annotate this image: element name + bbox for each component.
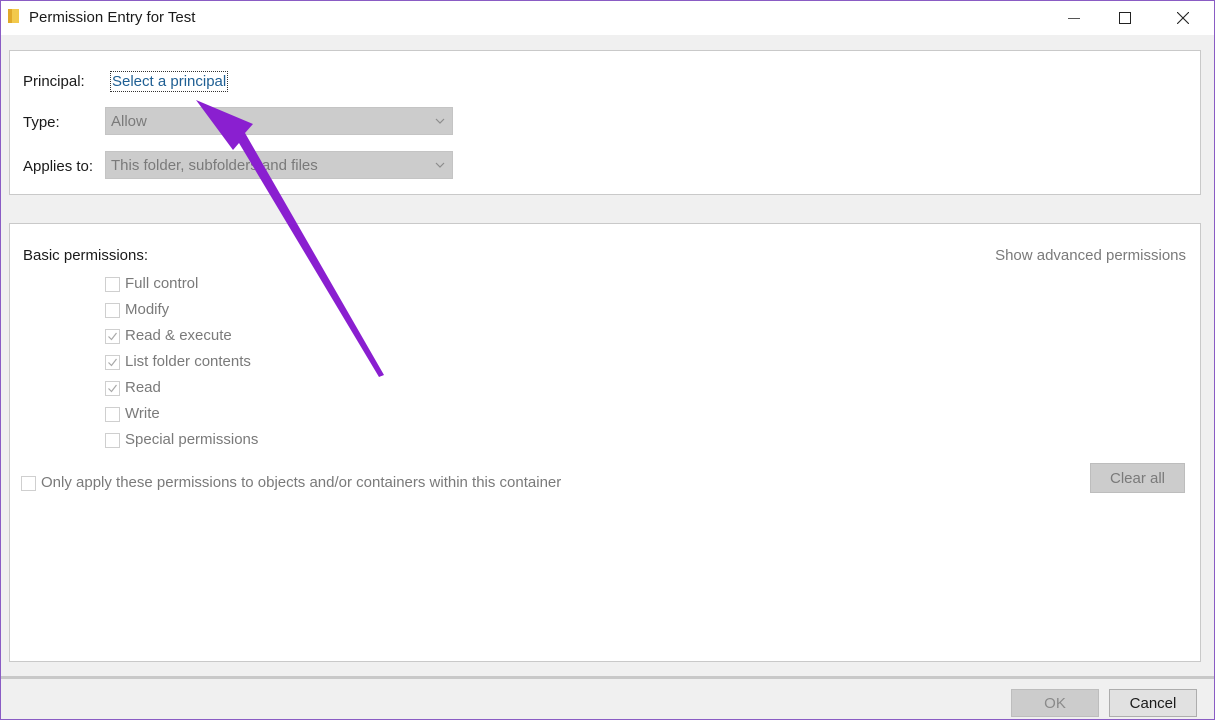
checkbox[interactable]: [105, 303, 120, 318]
show-advanced-permissions-link[interactable]: Show advanced permissions: [995, 247, 1186, 264]
only-apply-checkbox[interactable]: [21, 476, 36, 491]
chevron-down-icon: [435, 162, 445, 168]
ok-button[interactable]: OK: [1011, 689, 1099, 717]
checkmark-icon: [108, 332, 117, 341]
maximize-button[interactable]: [1102, 1, 1148, 35]
type-label: Type:: [23, 114, 60, 131]
checkbox[interactable]: [105, 407, 120, 422]
principal-panel: Principal: Select a principal Type: Allo…: [9, 50, 1201, 195]
permission-label: List folder contents: [125, 353, 251, 370]
window-title: Permission Entry for Test: [29, 9, 196, 26]
checkbox[interactable]: [105, 329, 120, 344]
applies-to-value: This folder, subfolders and files: [111, 157, 318, 174]
clear-all-button[interactable]: Clear all: [1090, 463, 1185, 493]
minimize-button[interactable]: [1051, 1, 1097, 35]
select-principal-link[interactable]: Select a principal: [110, 71, 229, 92]
permission-label: Full control: [125, 275, 199, 292]
checkbox[interactable]: [105, 277, 120, 292]
permission-label: Special permissions: [125, 431, 259, 448]
permission-label: Write: [125, 405, 160, 422]
chevron-down-icon: [435, 118, 445, 124]
cancel-button[interactable]: Cancel: [1109, 689, 1197, 717]
checkmark-icon: [108, 358, 117, 367]
maximize-icon: [1119, 12, 1131, 24]
permissions-panel: Basic permissions: Show advanced permiss…: [9, 223, 1201, 662]
permission-entry-window: Permission Entry for Test Principal: Sel…: [0, 0, 1215, 720]
type-select[interactable]: Allow: [105, 107, 453, 135]
checkbox[interactable]: [105, 433, 120, 448]
applies-to-label: Applies to:: [23, 158, 94, 175]
footer-separator: [1, 676, 1214, 679]
folder-icon: [8, 9, 19, 23]
checkbox[interactable]: [105, 355, 120, 370]
permission-label: Modify: [125, 301, 170, 318]
title-bar[interactable]: Permission Entry for Test: [1, 1, 1214, 35]
checkbox[interactable]: [105, 381, 120, 396]
permission-label: Read: [125, 379, 161, 396]
close-button[interactable]: [1160, 1, 1206, 35]
basic-permissions-heading: Basic permissions:: [23, 247, 149, 264]
applies-to-select[interactable]: This folder, subfolders and files: [105, 151, 453, 179]
close-icon: [1177, 12, 1189, 24]
type-value: Allow: [111, 113, 147, 130]
principal-label: Principal:: [23, 73, 85, 90]
checkmark-icon: [108, 384, 117, 393]
minimize-icon: [1068, 18, 1080, 19]
only-apply-label: Only apply these permissions to objects …: [41, 474, 562, 491]
permission-label: Read & execute: [125, 327, 232, 344]
